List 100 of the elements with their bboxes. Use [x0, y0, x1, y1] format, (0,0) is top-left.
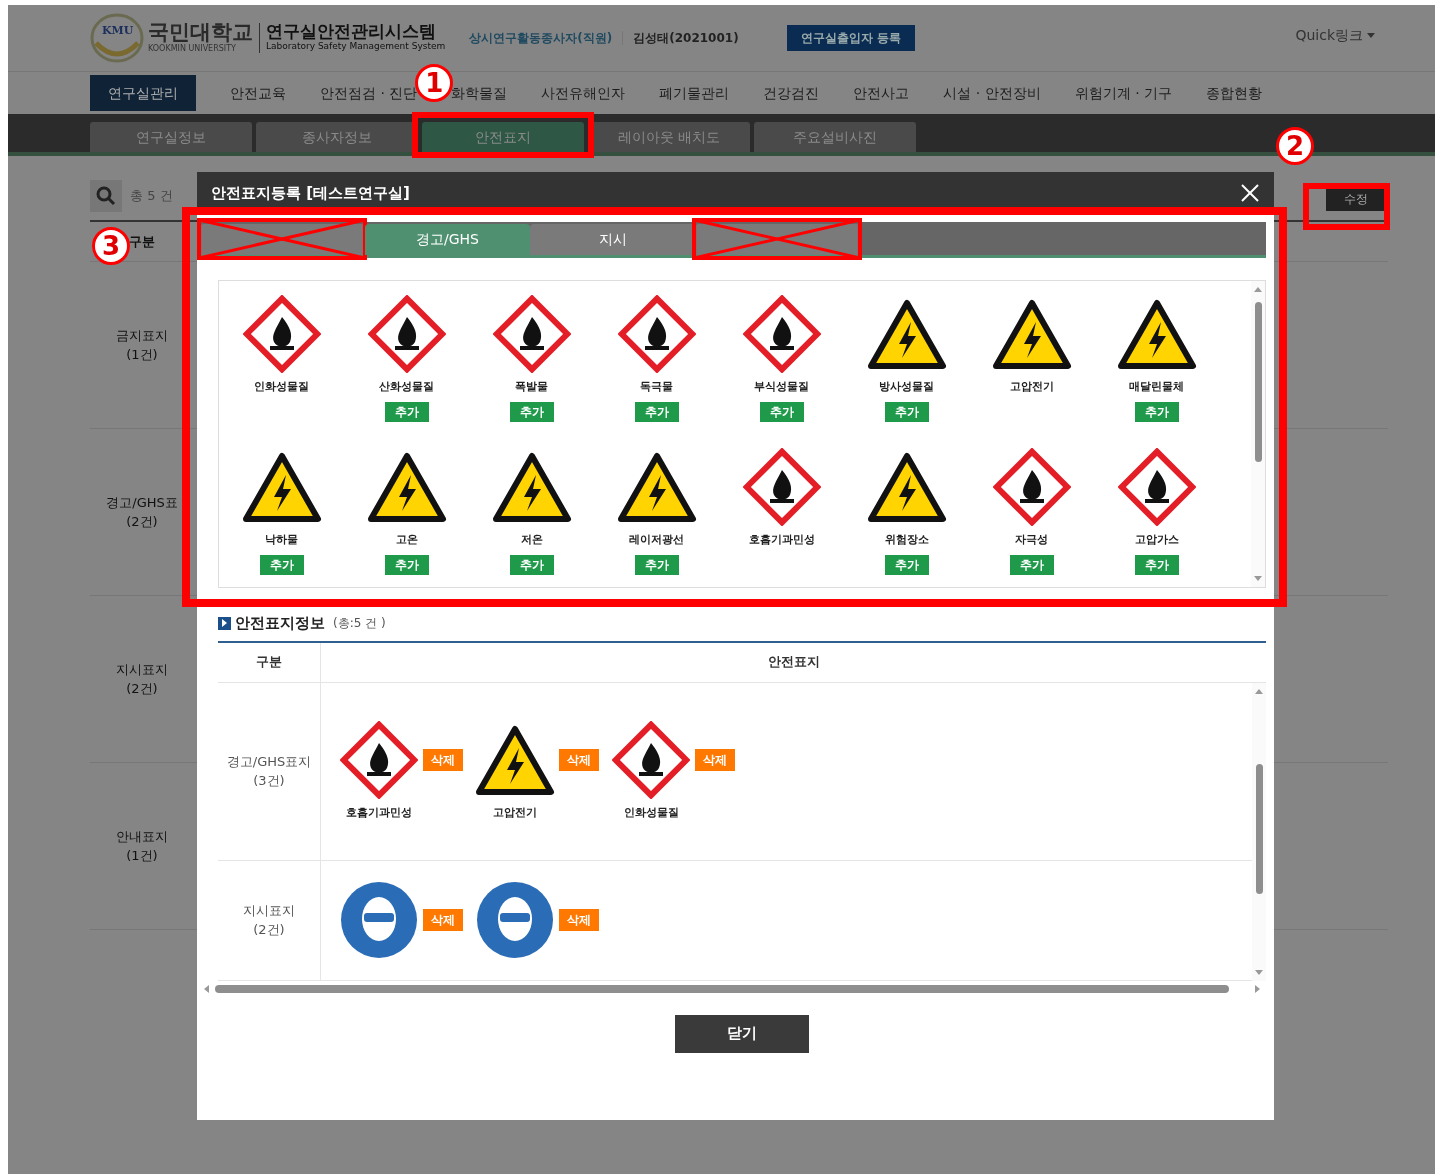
warning-sign-icon — [366, 451, 447, 523]
menu-item[interactable]: 사전유해인자 — [541, 75, 626, 111]
category-count: (2건) — [126, 513, 158, 531]
scroll-down-icon[interactable] — [1255, 969, 1263, 975]
add-button[interactable]: 추가 — [634, 401, 679, 422]
scroll-thumb[interactable] — [1254, 302, 1262, 462]
category-tab[interactable]: 경고/GHS — [365, 224, 530, 255]
sign-label: 호흡기과민성 — [748, 532, 815, 548]
column-header: 구분 — [256, 653, 282, 672]
menu-item[interactable]: 안전점검 · 진단 — [320, 75, 418, 111]
menu-item[interactable]: 폐기물관리 — [659, 75, 730, 111]
sign-label: 저온 — [520, 532, 543, 548]
category-count: (2건) — [126, 680, 158, 698]
vertical-scrollbar[interactable] — [1252, 682, 1266, 981]
menu-item[interactable]: 화학물질 — [451, 75, 508, 111]
scroll-thumb[interactable] — [215, 984, 1229, 993]
warning-sign-icon — [616, 451, 697, 523]
sign-label: 고온 — [395, 532, 418, 548]
dialog-title: 안전표지등록 [테스트연구실] — [211, 182, 410, 204]
add-button[interactable]: 추가 — [384, 401, 429, 422]
add-button[interactable]: 추가 — [1009, 554, 1054, 575]
warning-sign-icon — [491, 451, 572, 523]
menu-item[interactable]: 시설 · 안전장비 — [943, 75, 1041, 111]
search-icon — [96, 186, 116, 206]
add-button[interactable]: 추가 — [634, 554, 679, 575]
scroll-right-icon[interactable] — [1255, 984, 1260, 993]
quick-link-menu[interactable]: Quick링크 — [1295, 25, 1375, 46]
university-logo-icon — [90, 13, 144, 63]
scroll-down-icon[interactable] — [1254, 576, 1262, 581]
delete-button[interactable]: 삭제 — [423, 749, 463, 771]
add-button[interactable]: 추가 — [884, 554, 929, 575]
warning-sign-icon — [1116, 298, 1197, 370]
total-count: 총 5 건 — [130, 187, 173, 206]
scroll-up-icon[interactable] — [1255, 688, 1263, 694]
delete-button[interactable]: 삭제 — [559, 749, 599, 771]
warning-sign-icon — [866, 298, 947, 370]
logo-text: KMU — [102, 23, 134, 39]
category-label: 경고/GHS표지 — [226, 752, 312, 771]
menu-item[interactable]: 건강검진 — [763, 75, 820, 111]
section-title: 안전표지정보 — [235, 613, 325, 634]
sign-label: 방사성물질 — [879, 379, 934, 395]
menu-item[interactable]: 연구실관리 — [90, 75, 196, 111]
user-name: 김성태(2021001) — [633, 30, 739, 47]
system-name-english: Laboratory Safety Management System — [266, 40, 446, 53]
university-name: 국민대학교 — [148, 21, 253, 43]
warning-sign-icon — [241, 451, 322, 523]
close-button[interactable]: 닫기 — [675, 1014, 809, 1053]
vertical-scrollbar[interactable] — [1251, 281, 1265, 587]
column-header: 구분 — [129, 232, 155, 251]
add-button[interactable]: 추가 — [259, 554, 304, 575]
menu-item[interactable]: 종합현황 — [1206, 75, 1263, 111]
sign-label: 독극물 — [640, 379, 673, 395]
sign-label: 호흡기과민성 — [346, 804, 412, 821]
category-count: (1건) — [126, 346, 158, 364]
column-header: 안전표지 — [767, 653, 820, 672]
menu-item[interactable]: 안전사고 — [853, 75, 910, 111]
university-name-english: KOOKMIN UNIVERSITY — [148, 43, 237, 55]
sign-label: 인화성물질 — [254, 379, 309, 395]
callout-number: 3 — [92, 227, 130, 265]
add-button[interactable]: 추가 — [759, 401, 804, 422]
sub-tab[interactable]: 주요설비사진 — [754, 122, 916, 152]
category-label: 지시표지 — [116, 660, 168, 679]
sub-tab[interactable]: 안전표지 — [422, 122, 584, 152]
add-button[interactable]: 추가 — [1134, 401, 1179, 422]
delete-button[interactable]: 삭제 — [423, 909, 463, 931]
sign-label: 레이저광선 — [629, 532, 684, 548]
sign-label: 고압전기 — [1009, 379, 1054, 395]
scroll-up-icon[interactable] — [1254, 287, 1262, 292]
delete-button[interactable]: 삭제 — [559, 909, 599, 931]
category-label: 지시표지 — [243, 901, 295, 920]
add-button[interactable]: 추가 — [1134, 554, 1179, 575]
category-tab[interactable]: 지시 — [530, 224, 695, 255]
scroll-left-icon[interactable] — [204, 984, 209, 993]
sub-tab[interactable]: 연구실정보 — [90, 122, 252, 152]
section-count: (총:5 건 ) — [333, 615, 386, 633]
register-visitor-button[interactable]: 연구실출입자 등록 — [786, 25, 915, 51]
category-label: 경고/GHS표 — [106, 493, 178, 512]
sign-label: 폭발물 — [515, 379, 548, 395]
sign-label: 매달린물체 — [1129, 379, 1184, 395]
add-button[interactable]: 추가 — [509, 554, 554, 575]
add-button[interactable]: 추가 — [509, 401, 554, 422]
system-name: 연구실안전관리시스템 — [266, 22, 437, 40]
close-icon — [1240, 183, 1260, 204]
sign-label: 고압전기 — [493, 804, 537, 821]
scroll-thumb[interactable] — [1255, 763, 1263, 894]
sign-label: 고압가스 — [1134, 532, 1179, 548]
sign-label: 인화성물질 — [623, 804, 679, 821]
sign-label: 부식성물질 — [754, 379, 809, 395]
category-label: 금지표지 — [116, 326, 168, 345]
add-button[interactable]: 추가 — [384, 554, 429, 575]
add-button[interactable]: 추가 — [884, 401, 929, 422]
delete-button[interactable]: 삭제 — [695, 749, 735, 771]
menu-item[interactable]: 위험기계 · 기구 — [1074, 75, 1173, 111]
warning-sign-icon — [866, 451, 947, 523]
menu-item[interactable]: 안전교육 — [230, 75, 286, 111]
arrow-square-icon — [218, 616, 231, 630]
mandatory-sign-icon — [340, 881, 418, 959]
search-button[interactable] — [90, 180, 122, 212]
category-count: (3건) — [253, 772, 285, 790]
sign-label: 산화성물질 — [379, 379, 434, 395]
